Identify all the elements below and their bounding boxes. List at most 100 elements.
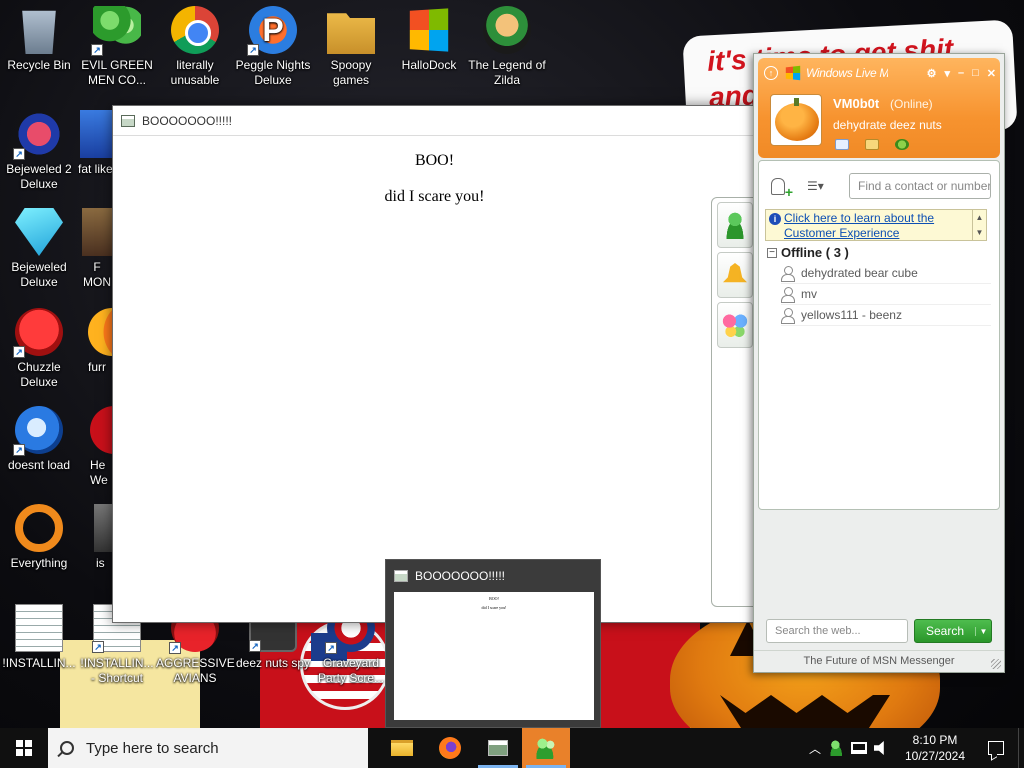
desktop-icon-chrome[interactable]: literally unusable	[156, 6, 234, 88]
desktop-icon-peggle[interactable]: P ↗ Peggle Nights Deluxe	[234, 6, 312, 88]
firefox-icon	[88, 308, 114, 356]
avatar[interactable]	[770, 94, 822, 146]
desktop-icon-bejeweled[interactable]: Bejeweled Deluxe	[0, 208, 78, 290]
desktop-icon-hallodock[interactable]: HalloDock	[390, 6, 468, 73]
start-button[interactable]	[0, 728, 48, 768]
boo-window-titlebar[interactable]: BOOOOOOO!!!!!	[113, 106, 756, 136]
desktop-icon-evil-green-men[interactable]: ↗ EVIL GREEN MEN CO...	[78, 6, 156, 88]
user-display-name[interactable]: VM0b0t	[833, 96, 879, 111]
chrome-icon	[171, 6, 219, 54]
desktop-icon-fat-like[interactable]: fat like	[78, 110, 114, 177]
minimize-icon[interactable]: –	[958, 67, 964, 80]
notification-center-button[interactable]	[974, 728, 1018, 768]
thumbnail-line1: BOO!	[489, 596, 499, 601]
zilda-icon	[483, 6, 531, 54]
messenger-brand: Windows Live Messenger	[806, 66, 888, 80]
messenger-window[interactable]: ↑ Windows Live Messenger ⚙ ▾ – □ ✕ VM0b0…	[753, 53, 1005, 673]
find-contact-input[interactable]: Find a contact or number...	[849, 173, 991, 199]
desktop-icon-label: Recycle Bin	[7, 58, 71, 72]
add-contact-icon[interactable]	[769, 176, 793, 200]
web-search-input[interactable]: Search the web...	[766, 619, 908, 643]
desktop-icon-is[interactable]: is	[78, 504, 114, 571]
desktop-icon-bejeweled2[interactable]: ↗ Bejeweled 2 Deluxe	[0, 110, 78, 192]
bell-icon	[723, 263, 747, 283]
mail-icon[interactable]	[835, 139, 849, 150]
personal-message[interactable]: dehydrate deez nuts	[833, 118, 942, 132]
firefox-icon	[439, 737, 461, 759]
xbox-icon[interactable]	[895, 139, 909, 150]
chevron-down-icon[interactable]: ▼	[975, 626, 991, 636]
taskbar-thumbnail-preview[interactable]: BOOOOOOO!!!!! BOO! did I scare you!	[385, 559, 601, 728]
thumbnail-body[interactable]: BOO! did I scare you!	[394, 592, 594, 720]
desktop-icon-label: deez nuts spy	[235, 656, 311, 670]
desktop-icon-furr[interactable]: furr	[78, 308, 114, 375]
view-options-icon[interactable]: ☰▾	[807, 178, 831, 194]
list-item[interactable]: mv	[781, 284, 991, 305]
menu-chevron-icon[interactable]: ▾	[944, 67, 950, 80]
tab-social[interactable]	[717, 302, 753, 348]
search-button-label: Search	[925, 624, 965, 638]
scroll-down-icon[interactable]: ▼	[973, 225, 986, 240]
taskbar-clock[interactable]: 8:10 PM 10/27/2024	[896, 732, 974, 764]
back-arrow-icon[interactable]: ↑	[764, 66, 778, 80]
clock-time: 8:10 PM	[912, 733, 958, 747]
taskbar-file-explorer[interactable]	[378, 728, 426, 768]
everything-icon	[15, 504, 63, 552]
search-icon	[60, 741, 74, 755]
desktop-icon-label: AGGRESSIVE AVIANS	[156, 656, 235, 685]
show-hidden-icons[interactable]: ︿	[804, 728, 826, 768]
pumpkin-avatar-icon	[775, 103, 819, 141]
tab-alerts[interactable]	[717, 252, 753, 298]
thumbnail-header: BOOOOOOO!!!!!	[386, 560, 600, 592]
tray-messenger[interactable]	[826, 728, 848, 768]
banner-scrollbar[interactable]: ▲ ▼	[972, 210, 986, 240]
desktop-icon-label: !INSTALLIN...	[2, 656, 76, 670]
resize-grip[interactable]	[991, 659, 1001, 669]
tab-contacts[interactable]	[717, 202, 753, 248]
user-status[interactable]: (Online)	[890, 97, 933, 111]
desktop-icon-everything[interactable]: Everything	[0, 504, 78, 571]
taskbar-firefox[interactable]	[426, 728, 474, 768]
desktop-icon-thunderbird[interactable]: ↗ doesnt load	[0, 406, 78, 473]
contact-list-panel: ☰▾ Find a contact or number... i Click h…	[758, 160, 1000, 510]
taskbar-messenger[interactable]	[522, 728, 570, 768]
app-window-icon	[121, 114, 135, 127]
contacts-icon	[722, 211, 748, 239]
show-desktop-button[interactable]	[1018, 728, 1024, 768]
scroll-up-icon[interactable]: ▲	[973, 210, 986, 225]
desktop-icon-legend-of-zilda[interactable]: The Legend of Zilda	[468, 6, 546, 88]
customer-experience-link[interactable]: Click here to learn about the Customer E…	[784, 210, 972, 240]
app-window-icon	[394, 570, 408, 582]
list-item[interactable]: dehydrated bear cube	[781, 263, 991, 284]
taskbar-search[interactable]: Type here to search	[48, 728, 368, 768]
messenger-header: ↑ Windows Live Messenger ⚙ ▾ – □ ✕ VM0b0…	[758, 58, 1000, 158]
desktop-icon-recycle-bin[interactable]: Recycle Bin	[0, 6, 78, 73]
shortcut-arrow-icon: ↗	[13, 148, 25, 160]
contact-name: yellows111 - beenz	[801, 308, 902, 322]
tray-volume[interactable]	[870, 728, 892, 768]
desktop-icon-f-mon[interactable]: F MON	[78, 208, 114, 290]
msn-tray-icon	[829, 740, 845, 756]
taskbar-boo-app[interactable]	[474, 728, 522, 768]
settings-icon[interactable]: ⚙	[927, 67, 937, 80]
gem-icon	[15, 208, 63, 256]
desktop-icon-installing[interactable]: !INSTALLIN...	[0, 604, 78, 671]
tray-network[interactable]	[848, 728, 870, 768]
desktop-icon-spoopy-games[interactable]: Spoopy games	[312, 6, 390, 88]
app-icon	[82, 208, 114, 256]
close-icon[interactable]: ✕	[987, 67, 996, 80]
desktop-icon-chuzzle[interactable]: ↗ Chuzzle Deluxe	[0, 308, 78, 390]
desktop-icon-label: Graveyard Party Scre...	[317, 656, 385, 685]
collapse-icon[interactable]: −	[767, 247, 777, 258]
boo-window[interactable]: BOOOOOOO!!!!! BOO! did I scare you!	[112, 105, 757, 623]
web-search-button[interactable]: Search ▼	[914, 619, 992, 643]
group-offline[interactable]: − Offline ( 3 )	[767, 245, 849, 260]
desktop-icon-he-we[interactable]: He We	[78, 406, 114, 488]
list-item[interactable]: yellows111 - beenz	[781, 305, 991, 326]
messenger-titlebar[interactable]: ↑ Windows Live Messenger ⚙ ▾ – □ ✕	[764, 64, 996, 82]
shortcut-arrow-icon: ↗	[169, 642, 181, 654]
maximize-icon[interactable]: □	[972, 67, 979, 80]
scare-text: did I scare you!	[384, 188, 485, 205]
spaces-icon[interactable]	[865, 139, 879, 150]
taskbar-apps	[378, 728, 570, 768]
